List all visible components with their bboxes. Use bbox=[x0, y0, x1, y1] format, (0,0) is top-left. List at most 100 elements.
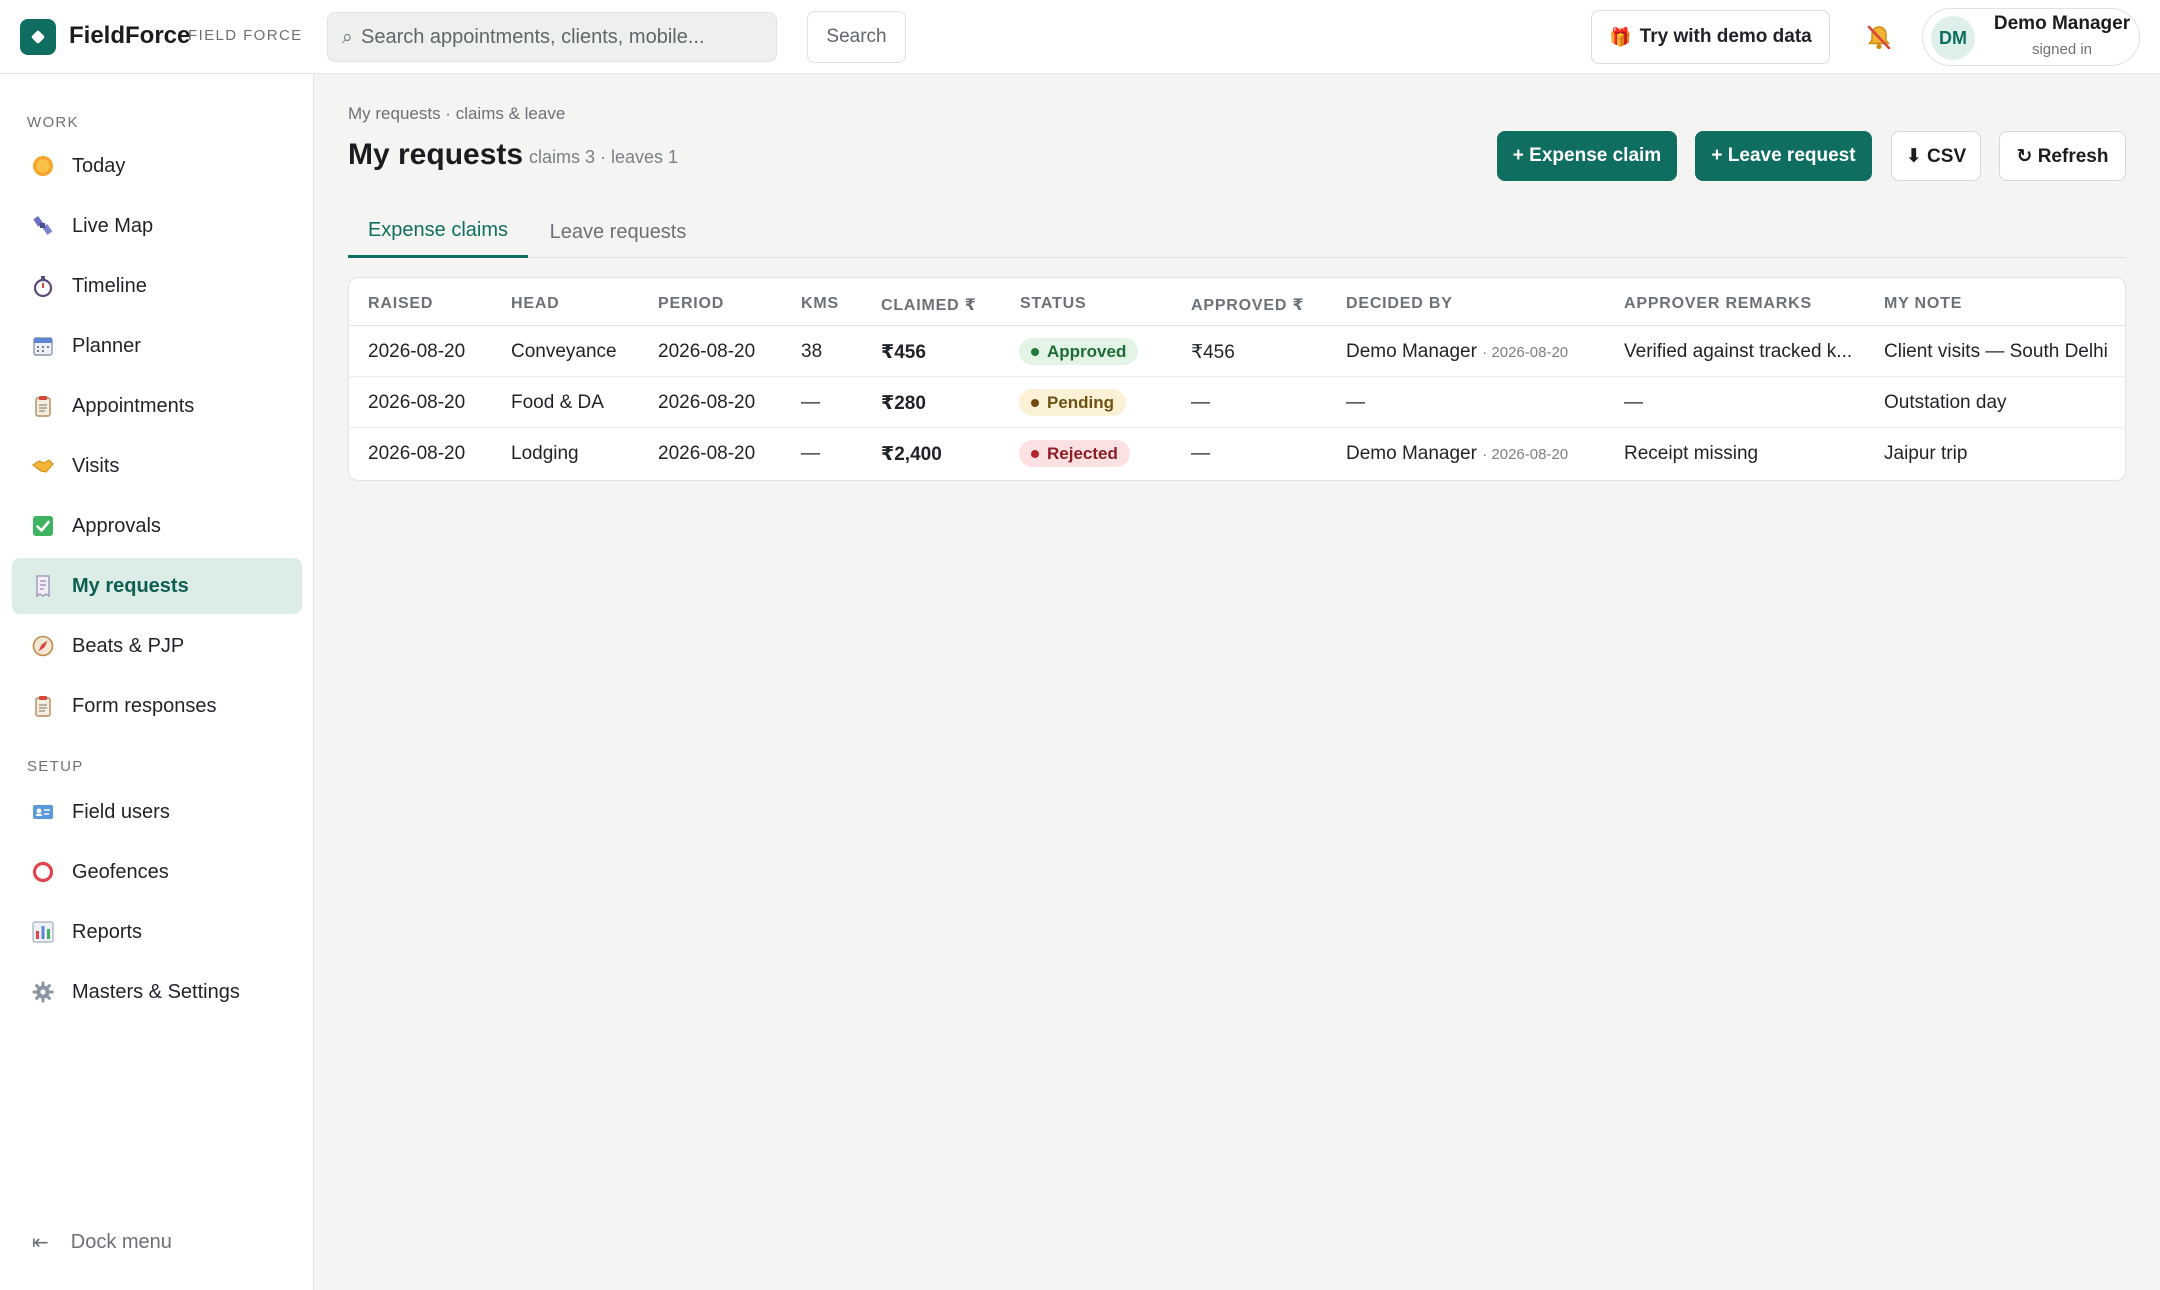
status-badge: Pending bbox=[1019, 389, 1127, 416]
handshake-icon bbox=[30, 453, 56, 479]
compass-icon bbox=[30, 633, 56, 659]
refresh-button[interactable]: ↻ Refresh bbox=[1999, 131, 2126, 181]
column-header-approver-remarks[interactable]: APPROVER REMARKS bbox=[1624, 295, 1812, 313]
decided-date: · 2026-08-20 bbox=[1482, 446, 1569, 463]
table-row[interactable]: 2026-08-20 Conveyance 2026-08-20 38 ₹456… bbox=[349, 326, 2125, 377]
ring-icon bbox=[30, 859, 56, 885]
cell-approved: — bbox=[1191, 443, 1210, 464]
page-title: My requests bbox=[348, 138, 524, 171]
sidebar-section-work: WORK bbox=[27, 114, 79, 131]
cell-claimed: ₹456 bbox=[881, 342, 926, 363]
satellite-icon bbox=[30, 213, 56, 239]
sidebar-item-label: Planner bbox=[72, 334, 141, 357]
column-header-status[interactable]: STATUS bbox=[1020, 295, 1086, 313]
cell-my-note: Client visits — South Delhi bbox=[1884, 341, 2108, 362]
brand-subtitle: FIELD FORCE bbox=[188, 27, 303, 44]
column-header-period[interactable]: PERIOD bbox=[658, 295, 724, 313]
tab-expense-claims[interactable]: Expense claims bbox=[348, 206, 528, 258]
search-icon: ⌕ bbox=[342, 27, 353, 48]
cell-kms: — bbox=[801, 392, 820, 413]
status-badge: Rejected bbox=[1019, 440, 1130, 467]
try-demo-data-label: Try with demo data bbox=[1639, 26, 1812, 47]
sidebar-item-today[interactable]: Today bbox=[12, 138, 302, 194]
sidebar-item-live-map[interactable]: Live Map bbox=[12, 198, 302, 254]
cell-head: Food & DA bbox=[511, 392, 604, 413]
cell-approved: — bbox=[1191, 392, 1210, 413]
top-bar: FieldForce FIELD FORCE ⌕ Search 🎁 Try wi… bbox=[0, 0, 2160, 74]
cell-period: 2026-08-20 bbox=[658, 341, 756, 362]
sidebar-item-beats-pjp[interactable]: Beats & PJP bbox=[12, 618, 302, 674]
sidebar-item-label: Field users bbox=[72, 800, 170, 823]
cell-kms: 38 bbox=[801, 341, 823, 362]
sidebar-item-geofences[interactable]: Geofences bbox=[12, 844, 302, 900]
column-header-head[interactable]: HEAD bbox=[511, 295, 560, 313]
sidebar-item-reports[interactable]: Reports bbox=[12, 904, 302, 960]
decided-by-name: Demo Manager bbox=[1346, 341, 1477, 362]
column-header-approved[interactable]: APPROVED ₹ bbox=[1191, 295, 1304, 315]
sidebar-item-label: Visits bbox=[72, 454, 120, 477]
cell-period: 2026-08-20 bbox=[658, 392, 756, 413]
table-row[interactable]: 2026-08-20 Food & DA 2026-08-20 — ₹280 P… bbox=[349, 377, 2125, 428]
decided-by-name: — bbox=[1346, 392, 1365, 413]
sidebar-item-label: Today bbox=[72, 154, 126, 177]
search-button[interactable]: Search bbox=[807, 11, 906, 63]
sidebar-item-field-users[interactable]: Field users bbox=[12, 784, 302, 840]
sidebar-item-label: Timeline bbox=[72, 274, 147, 297]
csv-export-button[interactable]: ⬇ CSV bbox=[1891, 131, 1981, 181]
search-box[interactable]: ⌕ bbox=[327, 12, 777, 62]
dock-left-arrow-icon: ⇤ bbox=[32, 1232, 49, 1254]
sidebar-item-planner[interactable]: Planner bbox=[12, 318, 302, 374]
status-dot-icon bbox=[1031, 398, 1039, 407]
tab-leave-requests[interactable]: Leave requests bbox=[528, 206, 708, 258]
sidebar-item-visits[interactable]: Visits bbox=[12, 438, 302, 494]
cell-my-note: Jaipur trip bbox=[1884, 443, 1968, 464]
brand-logo-icon[interactable] bbox=[20, 19, 56, 55]
sidebar-item-label: Live Map bbox=[72, 214, 154, 237]
sidebar-section-setup: SETUP bbox=[27, 758, 84, 775]
gear-icon bbox=[30, 979, 56, 1005]
column-header-raised[interactable]: RAISED bbox=[368, 295, 433, 313]
user-menu[interactable]: DM Demo Manager signed in bbox=[1922, 8, 2140, 66]
sidebar-item-appointments[interactable]: Appointments bbox=[12, 378, 302, 434]
add-expense-claim-button[interactable]: + Expense claim bbox=[1497, 131, 1677, 181]
clipboard-icon bbox=[30, 693, 56, 719]
sidebar-item-timeline[interactable]: Timeline bbox=[12, 258, 302, 314]
sidebar: WORK Today Live Map Timeline Planner App… bbox=[0, 74, 314, 1290]
sidebar-item-approvals[interactable]: Approvals bbox=[12, 498, 302, 554]
breadcrumb: My requests · claims & leave bbox=[348, 104, 566, 123]
sidebar-item-label: Appointments bbox=[72, 394, 195, 417]
cell-approver-remarks: Verified against tracked k... bbox=[1624, 341, 1853, 362]
brand-name[interactable]: FieldForce bbox=[69, 22, 190, 50]
user-name: Demo Manager bbox=[1993, 13, 2131, 34]
decided-by-name: Demo Manager bbox=[1346, 443, 1477, 464]
cell-claimed: ₹2,400 bbox=[881, 444, 942, 465]
column-header-decided-by[interactable]: DECIDED BY bbox=[1346, 295, 1453, 313]
status-dot-icon bbox=[1031, 449, 1039, 458]
cell-raised: 2026-08-20 bbox=[368, 443, 466, 464]
sidebar-item-masters-settings[interactable]: Masters & Settings bbox=[12, 964, 302, 1020]
sidebar-item-form-responses[interactable]: Form responses bbox=[12, 678, 302, 734]
dock-menu-button[interactable]: ⇤ Dock menu bbox=[32, 1230, 172, 1255]
cell-approver-remarks: Receipt missing bbox=[1624, 443, 1759, 464]
dock-menu-label: Dock menu bbox=[70, 1231, 172, 1253]
sidebar-item-label: Masters & Settings bbox=[72, 980, 240, 1003]
sidebar-item-my-requests[interactable]: My requests bbox=[12, 558, 302, 614]
column-header-claimed[interactable]: CLAIMED ₹ bbox=[881, 295, 977, 315]
cell-decided-by: Demo Manager · 2026-08-20 bbox=[1346, 443, 1568, 465]
status-badge: Approved bbox=[1019, 338, 1139, 365]
table-row[interactable]: 2026-08-20 Lodging 2026-08-20 — ₹2,400 R… bbox=[349, 428, 2125, 479]
column-header-my-note[interactable]: MY NOTE bbox=[1884, 295, 1962, 313]
column-header-kms[interactable]: KMS bbox=[801, 295, 839, 313]
try-demo-data-button[interactable]: 🎁 Try with demo data bbox=[1591, 10, 1830, 64]
add-leave-request-button[interactable]: + Leave request bbox=[1695, 131, 1872, 181]
search-input[interactable] bbox=[361, 13, 761, 61]
cell-raised: 2026-08-20 bbox=[368, 392, 466, 413]
cell-my-note: Outstation day bbox=[1884, 392, 2007, 413]
notifications-muted-bell-icon[interactable] bbox=[1864, 22, 1894, 52]
receipt-icon bbox=[30, 573, 56, 599]
sidebar-item-label: Geofences bbox=[72, 860, 169, 883]
expense-claims-table: RAISED HEAD PERIOD KMS CLAIMED ₹ STATUS … bbox=[348, 277, 2126, 481]
cell-decided-by: Demo Manager · 2026-08-20 bbox=[1346, 341, 1568, 363]
decided-date: · 2026-08-20 bbox=[1482, 344, 1569, 361]
status-badge-label: Approved bbox=[1047, 341, 1127, 361]
